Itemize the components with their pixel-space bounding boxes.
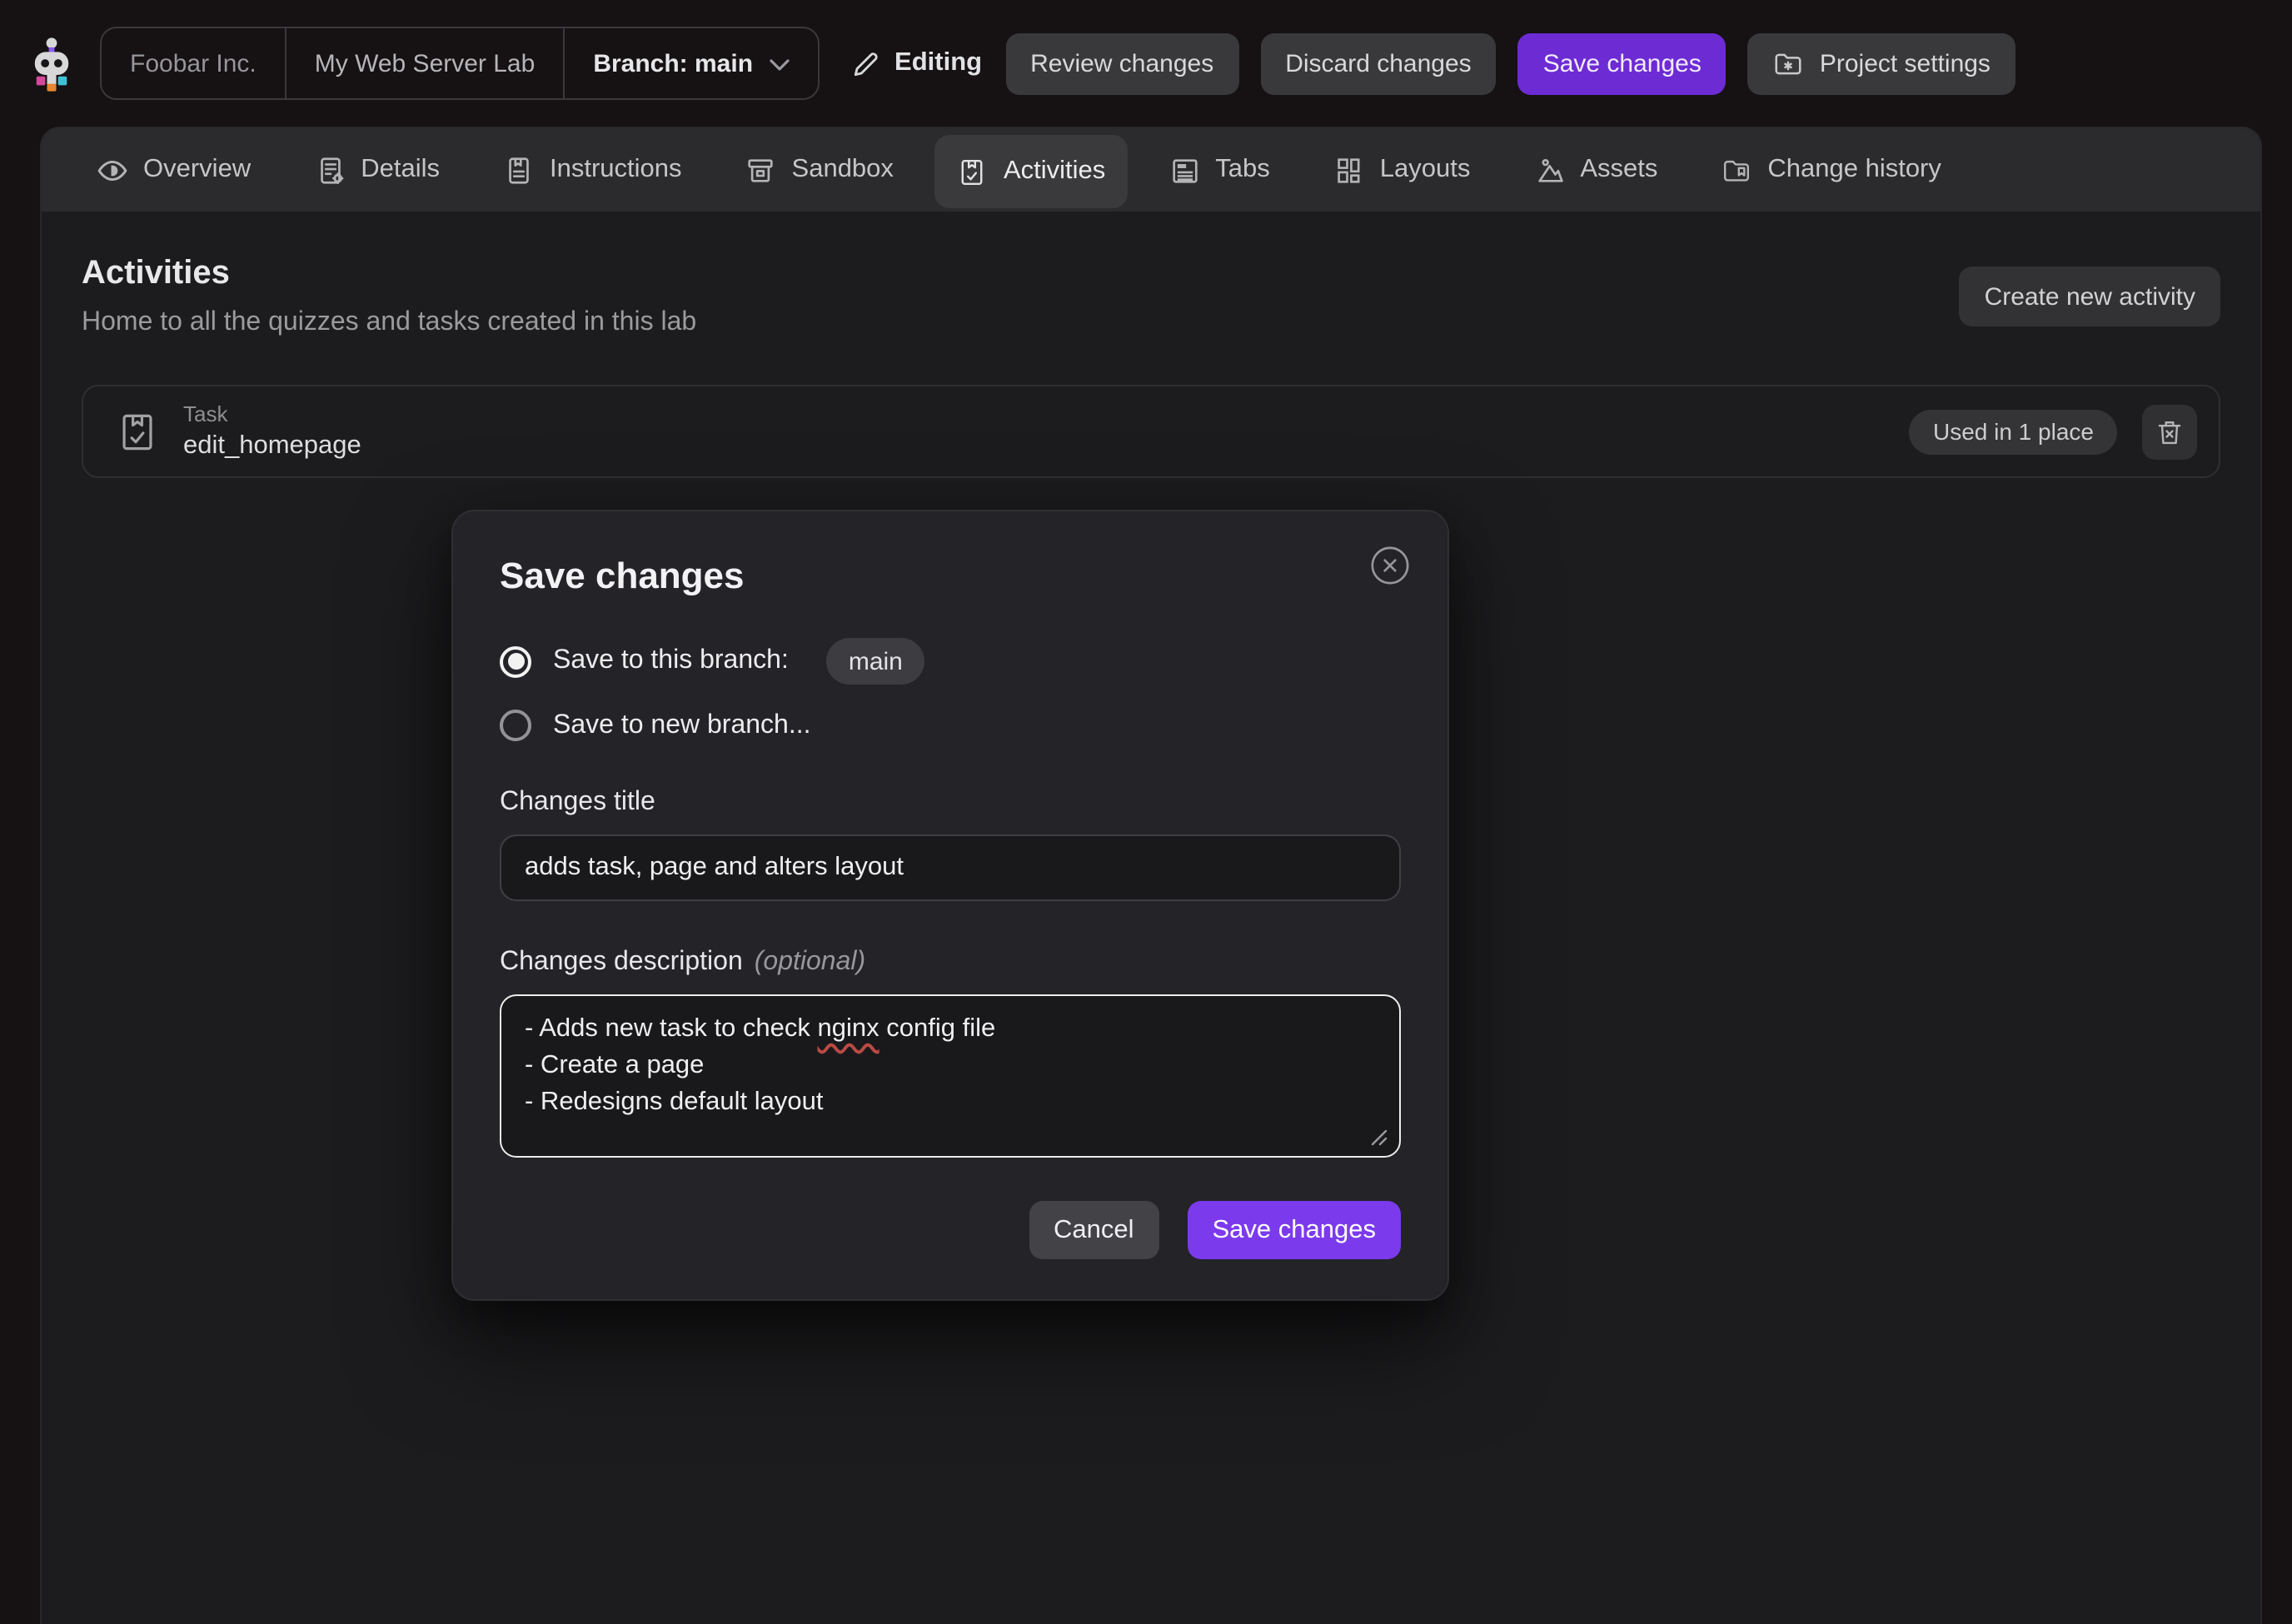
tab-label: Tabs — [1215, 155, 1270, 185]
breadcrumb-project[interactable]: My Web Server Lab — [286, 28, 566, 98]
page-subtitle: Home to all the quizzes and tasks create… — [82, 308, 696, 338]
tab-label: Details — [361, 155, 440, 185]
clipboard-check-icon — [957, 156, 989, 187]
breadcrumb: Foobar Inc. My Web Server Lab Branch: ma… — [100, 27, 820, 100]
radio-save-this-branch[interactable]: Save to this branch: main — [500, 638, 1401, 685]
branch-radio-group: Save to this branch: main Save to new br… — [500, 638, 1401, 741]
radio-label: Save to this branch: — [553, 646, 789, 676]
mode-label: Editing — [894, 48, 982, 78]
tab-label: Assets — [1580, 155, 1657, 185]
description-line: - Redesigns default layout — [525, 1084, 1376, 1121]
robot-logo-icon — [23, 35, 80, 92]
review-changes-button[interactable]: Review changes — [1005, 32, 1238, 94]
tab-tabs[interactable]: Tabs — [1147, 128, 1292, 212]
misspelled-word: nginx — [818, 1014, 879, 1043]
branch-name-badge: main — [827, 638, 924, 685]
activity-list-item[interactable]: Task edit_homepage Used in 1 place — [82, 385, 2220, 478]
discard-changes-button[interactable]: Discard changes — [1260, 32, 1496, 94]
project-settings-button[interactable]: Project settings — [1748, 32, 2015, 94]
resize-grip-icon[interactable] — [1371, 1129, 1388, 1146]
save-changes-dialog: Save changes Save to this branch: main S… — [451, 510, 1449, 1301]
activities-header: Activities Home to all the quizzes and t… — [82, 255, 2220, 338]
description-line: - Create a page — [525, 1048, 1376, 1084]
document-bookmark-icon — [503, 154, 535, 186]
radio-unselected-icon — [500, 710, 531, 741]
activity-name: edit_homepage — [183, 431, 361, 461]
activity-type-label: Task — [183, 401, 361, 426]
table-rows-icon — [1168, 154, 1200, 186]
changes-title-label: Changes title — [500, 788, 1401, 818]
branch-dropdown[interactable]: Branch: main — [565, 28, 818, 98]
chevron-down-icon — [770, 58, 790, 72]
tab-assets[interactable]: Assets — [1512, 128, 1679, 212]
changes-description-textarea[interactable]: - Adds new task to check nginx config fi… — [500, 994, 1401, 1158]
changes-description-label-text: Changes description — [500, 948, 743, 978]
changes-title-label-text: Changes title — [500, 788, 655, 818]
page-title: Activities — [82, 255, 696, 293]
optional-hint: (optional) — [755, 948, 865, 978]
trash-x-icon — [2154, 416, 2185, 447]
radio-selected-icon — [500, 645, 531, 677]
tab-label: Activities — [1004, 157, 1105, 187]
clipboard-check-icon — [115, 409, 160, 454]
activities-panel: Activities Home to all the quizzes and t… — [42, 212, 2260, 521]
radio-label: Save to new branch... — [553, 710, 811, 740]
tab-instructions[interactable]: Instructions — [481, 128, 704, 212]
top-bar: Foobar Inc. My Web Server Lab Branch: ma… — [0, 0, 2292, 127]
editing-mode-indicator: Editing — [851, 48, 982, 78]
document-gear-icon — [314, 154, 346, 186]
delete-activity-button[interactable] — [2142, 404, 2197, 459]
tab-sandbox[interactable]: Sandbox — [724, 128, 915, 212]
cancel-button[interactable]: Cancel — [1029, 1201, 1159, 1259]
activities-heading-block: Activities Home to all the quizzes and t… — [82, 255, 696, 338]
branch-label: Branch: main — [593, 49, 753, 77]
changes-title-input[interactable] — [500, 834, 1401, 901]
tab-layouts[interactable]: Layouts — [1312, 128, 1492, 212]
folder-gear-icon — [1773, 47, 1805, 79]
create-new-activity-button[interactable]: Create new activity — [1960, 267, 2220, 326]
tab-label: Overview — [143, 155, 251, 185]
dialog-title: Save changes — [500, 555, 1401, 598]
changes-description-label: Changes description (optional) — [500, 948, 1401, 978]
archive-box-icon — [745, 154, 777, 186]
tab-label: Change history — [1767, 155, 1941, 185]
tab-bar: Overview Details — [42, 128, 2260, 212]
description-line: - Adds new task to check nginx config fi… — [525, 1011, 1376, 1048]
app-root: Foobar Inc. My Web Server Lab Branch: ma… — [0, 0, 2292, 1624]
folder-bookmark-icon — [1721, 154, 1752, 186]
activity-meta: Task edit_homepage — [183, 401, 361, 461]
circle-x-icon — [1368, 543, 1413, 588]
pencil-icon — [851, 49, 879, 77]
radio-save-new-branch[interactable]: Save to new branch... — [500, 710, 1401, 741]
topbar-actions: Review changes Discard changes Save chan… — [1005, 32, 2015, 94]
project-settings-label: Project settings — [1820, 49, 1991, 77]
activity-item-actions: Used in 1 place — [1910, 404, 2197, 459]
image-mountain-icon — [1533, 154, 1565, 186]
confirm-save-changes-button[interactable]: Save changes — [1188, 1201, 1402, 1259]
dialog-actions: Cancel Save changes — [500, 1201, 1401, 1259]
tab-label: Layouts — [1380, 155, 1471, 185]
tab-change-history[interactable]: Change history — [1699, 128, 1963, 212]
layout-grid-icon — [1333, 154, 1365, 186]
tab-overview[interactable]: Overview — [75, 128, 272, 212]
tab-label: Sandbox — [792, 155, 894, 185]
breadcrumb-org[interactable]: Foobar Inc. — [102, 28, 286, 98]
eye-icon — [97, 154, 128, 186]
save-changes-button[interactable]: Save changes — [1518, 32, 1726, 94]
tab-activities[interactable]: Activities — [935, 135, 1127, 208]
tab-label: Instructions — [550, 155, 682, 185]
close-dialog-button[interactable] — [1368, 543, 1413, 588]
usage-badge: Used in 1 place — [1910, 409, 2117, 454]
tab-details[interactable]: Details — [292, 128, 461, 212]
